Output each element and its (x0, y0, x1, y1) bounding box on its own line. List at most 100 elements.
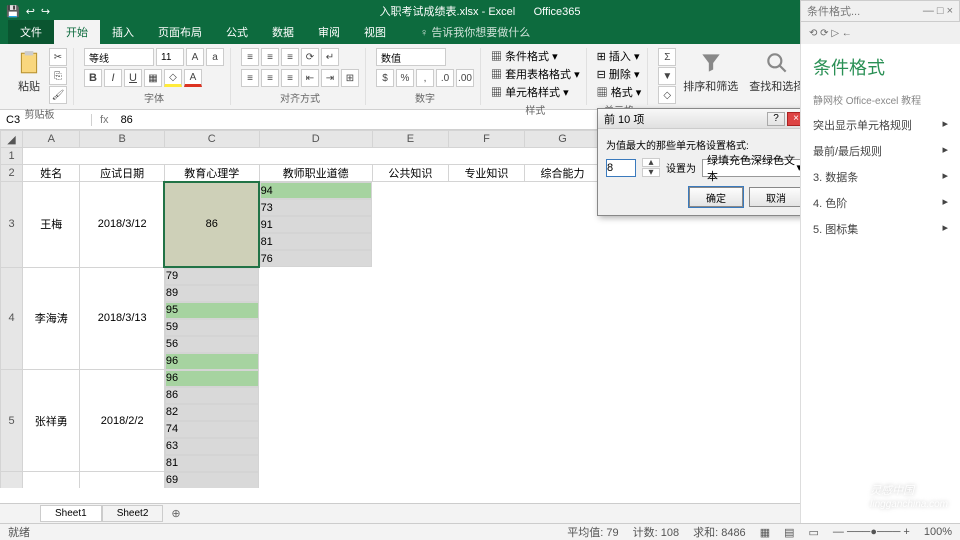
cell[interactable]: 73 (260, 199, 373, 216)
font-size-select[interactable]: 11 (156, 48, 184, 66)
select-all[interactable]: ◢ (1, 131, 23, 148)
cell[interactable]: 94 (260, 182, 373, 199)
merge-button[interactable]: ⊞ (341, 69, 359, 87)
save-icon[interactable]: 💾 (6, 5, 20, 18)
cond-format-button[interactable]: ▦ 条件格式 ▾ (491, 48, 558, 64)
wrap-text-button[interactable]: ↵ (321, 48, 339, 66)
comma-icon[interactable]: , (416, 69, 434, 87)
fx-icon[interactable]: fx (92, 114, 117, 126)
tab-file[interactable]: 文件 (8, 20, 54, 44)
bold-button[interactable]: B (84, 69, 102, 87)
format-cells-button[interactable]: ▦ 格式 ▾ (597, 84, 642, 100)
side-item-1[interactable]: 突出显示单元格规则▸ (813, 117, 948, 133)
tell-me[interactable]: ♀ 告诉我你想要做什么 (408, 20, 542, 44)
row-header[interactable]: 4 (1, 267, 23, 370)
cell[interactable]: 王芳 (23, 472, 80, 489)
sort-filter-button[interactable]: 排序和筛选 (679, 48, 742, 96)
copy-icon[interactable]: ⎘ (49, 67, 67, 85)
col-header[interactable]: E (372, 131, 448, 148)
cell[interactable]: 应试日期 (80, 165, 164, 182)
add-sheet-button[interactable]: ⊕ (163, 505, 188, 522)
align-mid-icon[interactable]: ≡ (261, 48, 279, 66)
shrink-font-icon[interactable]: a (206, 48, 224, 66)
fill-icon[interactable]: ▼ (658, 67, 676, 85)
cell[interactable]: 63 (165, 438, 259, 455)
autosum-icon[interactable]: Σ (658, 48, 676, 66)
paste-button[interactable]: 粘贴 (12, 48, 46, 96)
view-break-icon[interactable]: ▭ (809, 526, 819, 539)
cell-styles-button[interactable]: ▦ 单元格样式 ▾ (491, 84, 569, 100)
side-item-4[interactable]: 4. 色阶▸ (813, 195, 948, 211)
dialog-help-icon[interactable]: ? (767, 112, 785, 126)
cell[interactable]: 2018/3/12 (80, 182, 164, 268)
insert-cells-button[interactable]: ⊞ 插入 ▾ (597, 48, 640, 64)
undo-icon[interactable]: ↩ (26, 5, 35, 18)
zoom-slider[interactable]: — ───●─── + (833, 526, 910, 538)
sheet-tab-2[interactable]: Sheet2 (102, 505, 164, 522)
view-layout-icon[interactable]: ▤ (784, 526, 794, 539)
cell[interactable]: 王梅 (23, 182, 80, 268)
clear-icon[interactable]: ◇ (658, 86, 676, 104)
cell[interactable]: 79 (165, 268, 259, 285)
cell[interactable]: 76 (260, 250, 373, 267)
cell[interactable]: 74 (165, 421, 259, 438)
cell[interactable]: 56 (165, 336, 259, 353)
cell[interactable]: 公共知识 (372, 165, 448, 182)
align-center-icon[interactable]: ≡ (261, 69, 279, 87)
cell[interactable]: 2018/2/2 (80, 370, 164, 472)
tab-formula[interactable]: 公式 (214, 20, 260, 44)
col-header[interactable]: A (23, 131, 80, 148)
side-item-2[interactable]: 最前/最后规则▸ (813, 143, 948, 159)
dialog-cancel-button[interactable]: 取消 (749, 187, 803, 207)
col-header[interactable]: G (524, 131, 600, 148)
row-header[interactable]: 5 (1, 370, 23, 472)
cell[interactable]: 李海涛 (23, 267, 80, 370)
currency-icon[interactable]: $ (376, 69, 394, 87)
percent-icon[interactable]: % (396, 69, 414, 87)
tab-layout[interactable]: 页面布局 (146, 20, 214, 44)
tab-review[interactable]: 审阅 (306, 20, 352, 44)
cell[interactable]: 86 (164, 182, 259, 268)
name-box[interactable]: C3 (0, 114, 92, 126)
border-button[interactable]: ▦ (144, 69, 162, 87)
delete-cells-button[interactable]: ⊟ 删除 ▾ (597, 66, 640, 82)
view-normal-icon[interactable]: ▦ (760, 526, 770, 539)
indent-inc-icon[interactable]: ⇥ (321, 69, 339, 87)
align-top-icon[interactable]: ≡ (241, 48, 259, 66)
number-format-select[interactable]: 数值 (376, 48, 446, 66)
row-header[interactable]: 6 (1, 472, 23, 489)
col-header[interactable]: B (80, 131, 164, 148)
align-bot-icon[interactable]: ≡ (281, 48, 299, 66)
tab-view[interactable]: 视图 (352, 20, 398, 44)
cell[interactable]: 综合能力 (524, 165, 600, 182)
side-item-5[interactable]: 5. 图标集▸ (813, 221, 948, 237)
dialog-ok-button[interactable]: 确定 (689, 187, 743, 207)
dialog-format-combo[interactable]: 绿填充色深绿色文本▾ (702, 159, 803, 177)
col-header[interactable]: F (448, 131, 524, 148)
dec-decimal-icon[interactable]: .00 (456, 69, 474, 87)
indent-dec-icon[interactable]: ⇤ (301, 69, 319, 87)
row-header[interactable]: 3 (1, 182, 23, 268)
brush-icon[interactable]: 🖌 (49, 86, 67, 104)
side-item-3[interactable]: 3. 数据条▸ (813, 169, 948, 185)
sheet-tab-1[interactable]: Sheet1 (40, 505, 102, 522)
cell[interactable]: 86 (165, 387, 259, 404)
cell[interactable]: 姓名 (23, 165, 80, 182)
tab-insert[interactable]: 插入 (100, 20, 146, 44)
cell[interactable]: 69 (165, 472, 259, 489)
cut-icon[interactable]: ✂ (49, 48, 67, 66)
grow-font-icon[interactable]: A (186, 48, 204, 66)
fill-color-button[interactable]: ◇ (164, 69, 182, 87)
row-header[interactable]: 2 (1, 165, 23, 182)
font-color-button[interactable]: A (184, 69, 202, 87)
dialog-spin-input[interactable] (606, 159, 636, 177)
cell[interactable]: 89 (165, 285, 259, 302)
zoom-level[interactable]: 100% (924, 526, 952, 538)
italic-button[interactable]: I (104, 69, 122, 87)
cell[interactable]: 91 (260, 216, 373, 233)
align-left-icon[interactable]: ≡ (241, 69, 259, 87)
inc-decimal-icon[interactable]: .0 (436, 69, 454, 87)
cell[interactable]: 82 (165, 404, 259, 421)
cell[interactable]: 59 (165, 319, 259, 336)
cell[interactable]: 张祥勇 (23, 370, 80, 472)
